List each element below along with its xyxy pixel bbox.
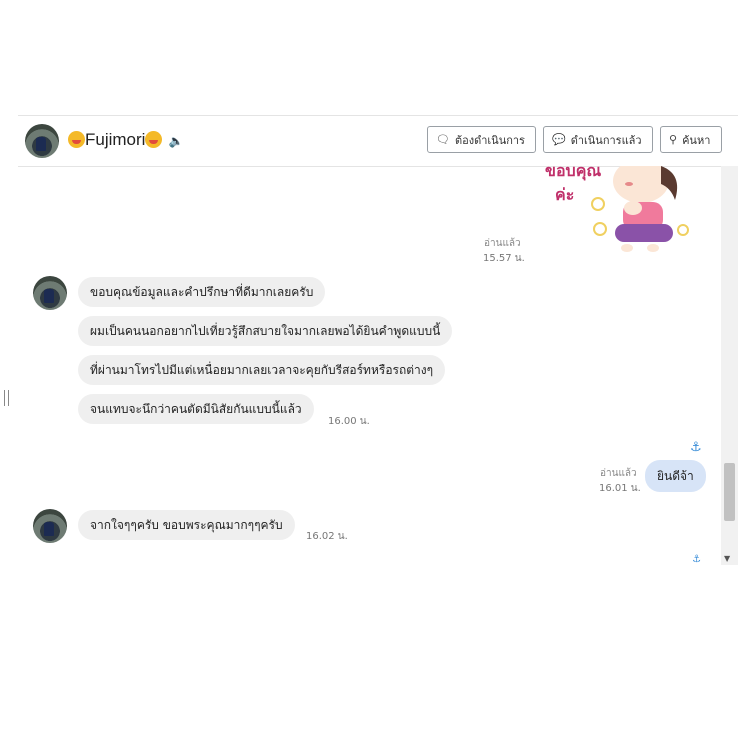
- message-list[interactable]: ขอบคุณ ค่ะ อ่านแล้ว 15.57 น. ขอบคุณข้อมู…: [18, 166, 721, 565]
- thank-you-sticker: ขอบคุณ ค่ะ: [545, 166, 689, 252]
- incoming-message-4-time: 16.00 น.: [328, 416, 370, 427]
- contact-name: Fujimori: [85, 130, 146, 149]
- sticker-timestamp: 15.57 น.: [483, 253, 525, 264]
- chat-window: Fujimori 🔈 🗨 ต้องดำเนินการ 💬 ดำเนินการแล้…: [18, 115, 738, 565]
- search-button-label: ค้นหา: [682, 133, 711, 147]
- sticker-read-label: อ่านแล้ว: [484, 238, 521, 249]
- anchor-icon-2[interactable]: ⚓: [692, 554, 701, 565]
- incoming-message-5-time: 16.02 น.: [306, 531, 348, 542]
- outgoing-message-time: 16.01 น.: [599, 483, 641, 494]
- resize-handle[interactable]: [4, 390, 9, 406]
- scrollbar-thumb[interactable]: [724, 463, 735, 521]
- sticker-read-status: อ่านแล้ว: [484, 236, 521, 251]
- scrollbar[interactable]: ▼: [721, 166, 738, 565]
- incoming-message-4[interactable]: จนแทบจะนึกว่าคนตัดมีนิสัยกันแบบนี้แล้ว: [78, 394, 314, 424]
- incoming-message-2[interactable]: ผมเป็นคนนอกอยากไปเที่ยวรู้สึกสบายใจมากเล…: [78, 316, 453, 346]
- todo-button[interactable]: 🗨 ต้องดำเนินการ: [427, 126, 536, 153]
- anchor-icon[interactable]: ⚓: [690, 440, 702, 455]
- outgoing-read-status: อ่านแล้ว: [600, 468, 637, 479]
- outgoing-message-1[interactable]: ยินดีจ้า: [645, 460, 706, 492]
- sticker-text-1: ขอบคุณ: [545, 166, 601, 181]
- chat-header: Fujimori 🔈 🗨 ต้องดำเนินการ 💬 ดำเนินการแล้…: [18, 115, 738, 167]
- incoming-message-5[interactable]: จากใจๆๆครับ ขอบพระคุณมากๆๆครับ: [78, 510, 295, 540]
- contact-avatar-group1[interactable]: [33, 276, 67, 310]
- incoming-message-1[interactable]: ขอบคุณข้อมูลและคำปรึกษาที่ดีมากเลยครับ: [78, 277, 326, 307]
- search-button[interactable]: ⚲ ค้นหา: [660, 126, 722, 153]
- search-icon: ⚲: [669, 133, 678, 146]
- grin-emoji-icon: [145, 131, 163, 148]
- speaker-icon[interactable]: 🔈: [168, 134, 183, 148]
- incoming-message-3[interactable]: ที่ผ่านมาโทรไปมีแต่เหนื่อยมากเลยเวลาจะคุ…: [78, 355, 446, 385]
- sticker-text-2: ค่ะ: [555, 185, 574, 204]
- done-button-label: ดำเนินการแล้ว: [570, 133, 642, 147]
- chat-check-icon: 💬: [552, 133, 566, 146]
- todo-button-label: ต้องดำเนินการ: [454, 133, 525, 147]
- speech-bubble-icon: 🗨: [436, 133, 450, 146]
- scroll-down-arrow-icon[interactable]: ▼: [724, 554, 730, 563]
- done-button[interactable]: 💬 ดำเนินการแล้ว: [543, 126, 653, 153]
- contact-avatar[interactable]: [25, 124, 59, 158]
- contact-avatar-group2[interactable]: [33, 509, 67, 543]
- contact-name-row: Fujimori 🔈: [68, 130, 183, 150]
- smile-emoji-icon: [68, 131, 85, 148]
